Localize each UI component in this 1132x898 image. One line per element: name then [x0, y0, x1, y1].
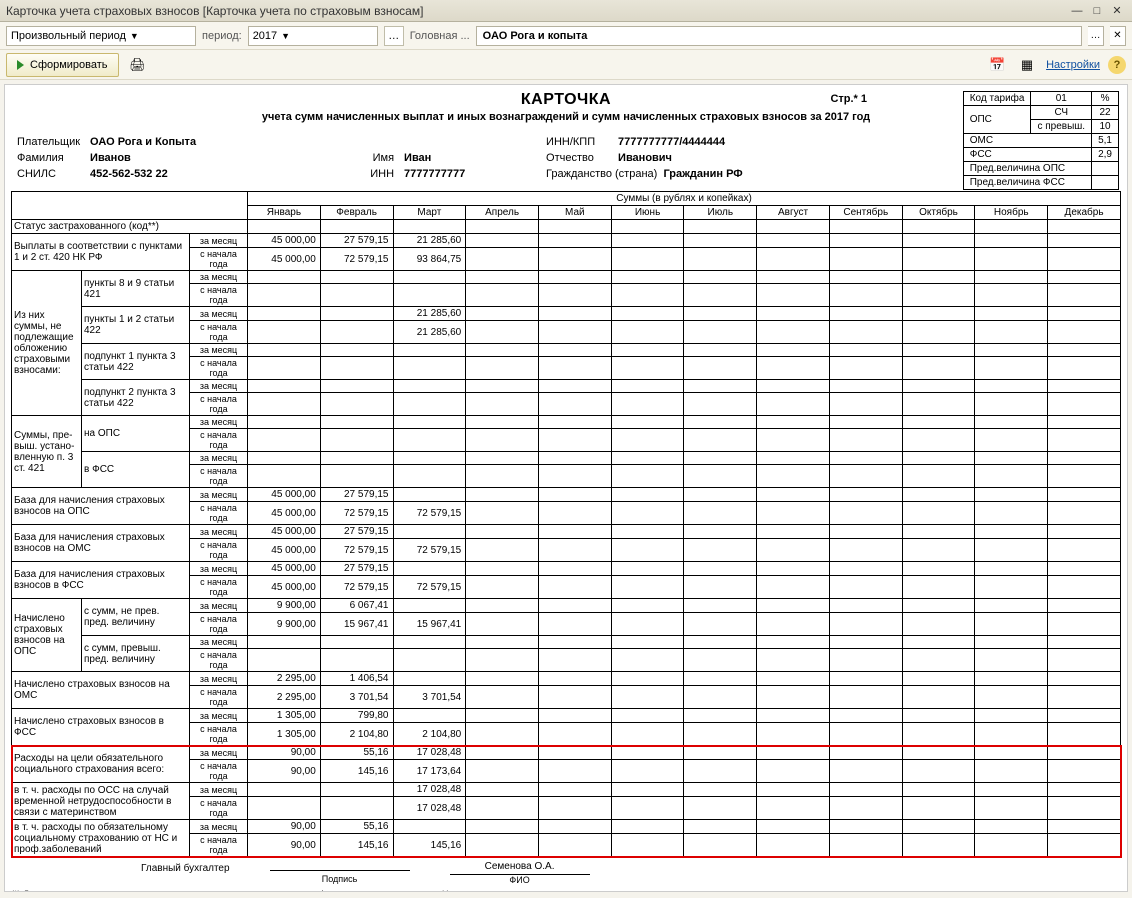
calendar-icon[interactable]: 📅	[986, 54, 1008, 76]
footnote-1: (*) Дополнительные страницы заполняются …	[11, 889, 1121, 892]
print-icon[interactable]: 🖨	[127, 54, 149, 76]
generate-button[interactable]: Сформировать	[6, 53, 119, 77]
maximize-button[interactable]: □	[1088, 3, 1106, 19]
window-title: Карточка учета страховых взносов [Карточ…	[6, 4, 1068, 18]
settings-link[interactable]: Настройки	[1046, 59, 1100, 71]
action-toolbar: Сформировать 🖨 📅 ▦ Настройки ?	[0, 50, 1132, 80]
titlebar: Карточка учета страховых взносов [Карточ…	[0, 0, 1132, 22]
org-picker-button[interactable]: …	[1088, 26, 1104, 46]
report-title: КАРТОЧКА	[11, 91, 1121, 109]
main-table: Суммы (в рублях и копейках) ЯнварьФеврал…	[11, 191, 1121, 857]
tariff-box: Код тарифа01% ОПССЧ22 с превыш.10 ОМС5,1…	[963, 91, 1119, 190]
org-clear-button[interactable]: ✕	[1110, 26, 1126, 46]
help-icon[interactable]: ?	[1108, 56, 1126, 74]
close-button[interactable]: ✕	[1108, 3, 1126, 19]
period-type-combo[interactable]: Произвольный период▼	[6, 26, 196, 46]
page-number: Стр.* 1	[830, 93, 867, 105]
grid-icon[interactable]: ▦	[1016, 54, 1038, 76]
minimize-button[interactable]: —	[1068, 3, 1086, 19]
months-header: Суммы (в рублях и копейках)	[248, 192, 1121, 206]
org-field[interactable]: ОАО Рога и копыта	[476, 26, 1082, 46]
report-content: Стр.* 1 Код тарифа01% ОПССЧ22 с превыш.1…	[4, 84, 1128, 892]
org-label: Головная ...	[410, 30, 470, 42]
report-header: КАРТОЧКА учета сумм начисленных выплат и…	[11, 91, 1121, 123]
toolbar: Произвольный период▼ период: 2017▼ … Гол…	[0, 22, 1132, 50]
period-picker-button[interactable]: …	[384, 26, 404, 46]
signature-row: Главный бухгалтер Подпись Семенова О.А.Ф…	[11, 863, 1121, 885]
play-icon	[17, 60, 24, 70]
period-label: период:	[202, 30, 242, 42]
period-value-combo[interactable]: 2017▼	[248, 26, 378, 46]
payer-block: ПлательщикОАО Рога и Копыта ИНН/КПП77777…	[11, 133, 1121, 183]
report-subtitle: учета сумм начисленных выплат и иных воз…	[11, 111, 1121, 123]
